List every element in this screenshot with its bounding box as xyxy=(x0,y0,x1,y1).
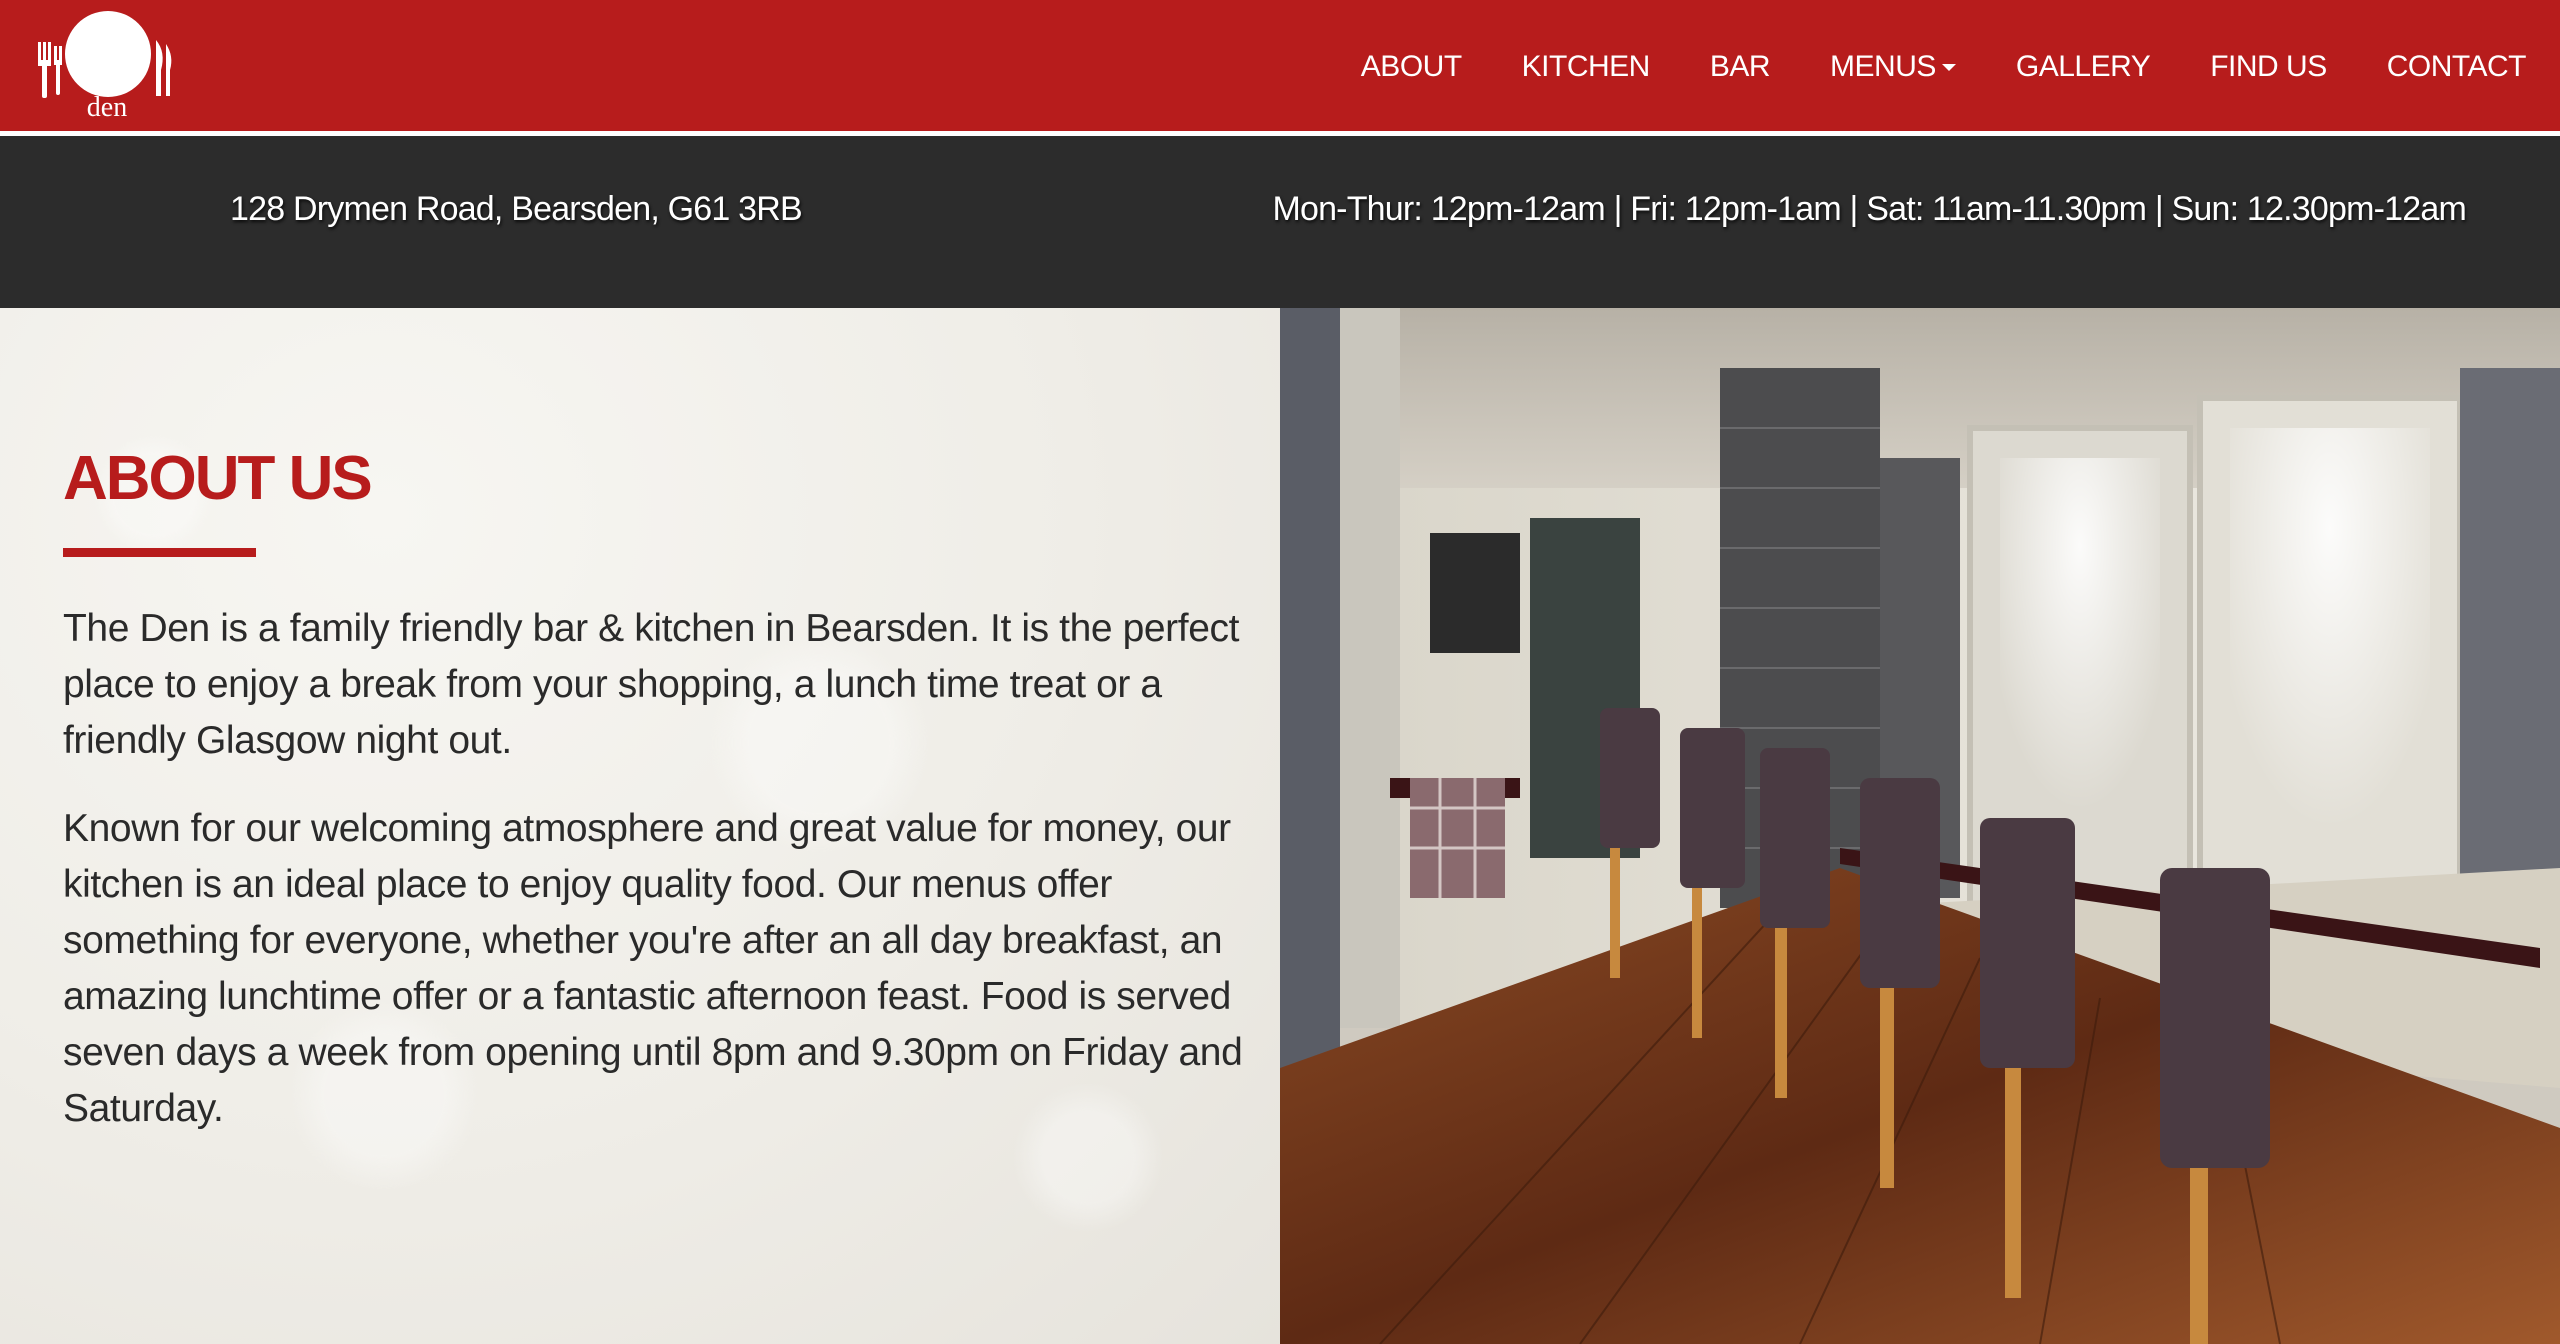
logo-text: den xyxy=(86,92,128,123)
site-header: den ABOUT KITCHEN BAR MENUS GALLERY FIND… xyxy=(0,0,2560,131)
opening-hours-text: Mon-Thur: 12pm-12am | Fri: 12pm-1am | Sa… xyxy=(1272,190,2466,228)
about-section: ABOUT US The Den is a family friendly ba… xyxy=(0,308,1280,1344)
nav-item-menus[interactable]: MENUS xyxy=(1830,50,1956,84)
nav-item-label: BAR xyxy=(1709,50,1771,83)
nav-item-contact[interactable]: CONTACT xyxy=(2386,50,2527,84)
restaurant-interior-photo xyxy=(1280,308,2560,1344)
about-paragraph-1: The Den is a family friendly bar & kitch… xyxy=(63,607,1240,762)
about-paragraph-2: Known for our welcoming atmosphere and g… xyxy=(63,807,1243,1130)
nav-item-about[interactable]: ABOUT xyxy=(1361,50,1462,84)
nav-item-gallery[interactable]: GALLERY xyxy=(2015,50,2151,84)
nav-item-label: MENUS xyxy=(1830,50,1936,83)
nav-item-kitchen[interactable]: KITCHEN xyxy=(1521,50,1651,84)
nav-item-label: CONTACT xyxy=(2386,50,2527,83)
nav-item-bar[interactable]: BAR xyxy=(1709,50,1771,84)
caret-down-icon xyxy=(1941,63,1956,71)
nav-item-label: GALLERY xyxy=(2015,50,2151,83)
title-underline xyxy=(63,548,256,557)
nav-item-label: KITCHEN xyxy=(1521,50,1651,83)
main-nav: ABOUT KITCHEN BAR MENUS GALLERY FIND US … xyxy=(1301,50,2527,84)
nav-item-label: FIND US xyxy=(2210,50,2327,83)
address-text: 128 Drymen Road, Bearsden, G61 3RB xyxy=(230,190,803,228)
nav-item-find-us[interactable]: FIND US xyxy=(2210,50,2327,84)
nav-item-label: ABOUT xyxy=(1360,50,1462,83)
about-title: ABOUT US xyxy=(63,444,373,513)
